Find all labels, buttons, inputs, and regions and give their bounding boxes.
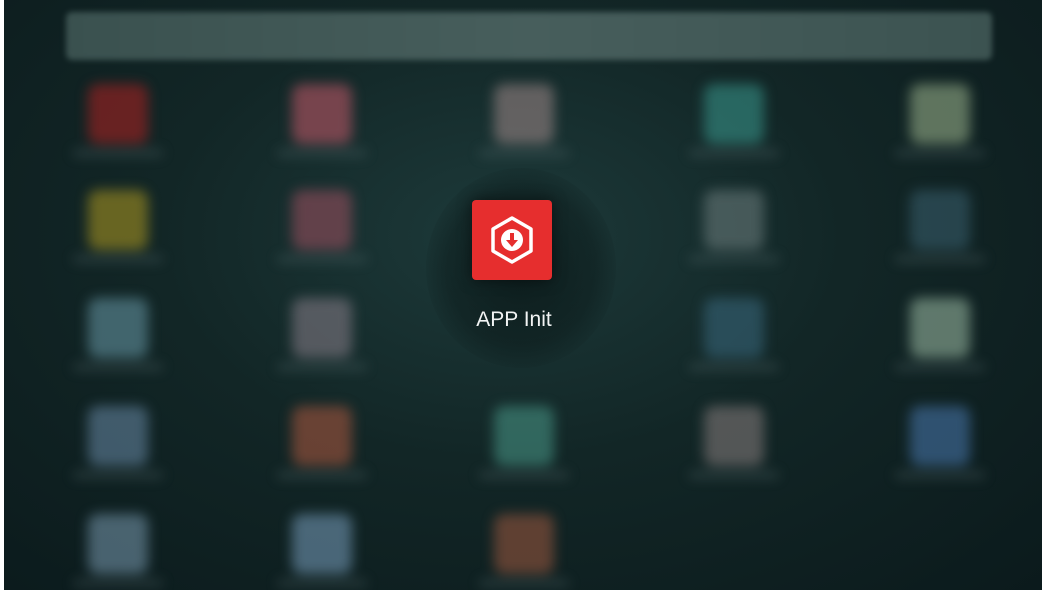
blurred-app-icon[interactable] [704, 84, 764, 144]
blurred-app-icon[interactable] [910, 298, 970, 358]
blurred-app-icon[interactable] [88, 84, 148, 144]
blurred-app-label [689, 256, 779, 262]
blurred-app-label [895, 150, 985, 156]
blurred-app-icon[interactable] [494, 84, 554, 144]
blurred-app-icon[interactable] [704, 406, 764, 466]
blurred-app-icon[interactable] [292, 514, 352, 574]
blurred-app-label [479, 472, 569, 478]
blurred-app-label [895, 472, 985, 478]
blurred-app-label [689, 150, 779, 156]
blurred-app-label [73, 150, 163, 156]
blurred-app-label [277, 472, 367, 478]
blurred-app-label [895, 364, 985, 370]
blurred-app-label [277, 256, 367, 262]
app-init-tile[interactable] [472, 200, 552, 280]
blurred-app-icon[interactable] [88, 406, 148, 466]
blurred-app-label [689, 364, 779, 370]
blurred-app-label [73, 580, 163, 586]
blurred-app-icon[interactable] [910, 406, 970, 466]
blurred-app-icon[interactable] [292, 406, 352, 466]
launcher-screen: APP Init [4, 0, 1042, 590]
blurred-app-label [895, 256, 985, 262]
blurred-app-label [277, 150, 367, 156]
blurred-app-icon[interactable] [704, 298, 764, 358]
blurred-app-icon[interactable] [88, 514, 148, 574]
download-hexagon-icon [491, 216, 533, 264]
blurred-app-icon[interactable] [292, 298, 352, 358]
blurred-app-label [479, 580, 569, 586]
blurred-app-label [73, 364, 163, 370]
blurred-app-icon[interactable] [494, 406, 554, 466]
blurred-app-label [277, 364, 367, 370]
blurred-app-icon[interactable] [88, 298, 148, 358]
blurred-app-icon[interactable] [494, 514, 554, 574]
blurred-app-icon[interactable] [704, 190, 764, 250]
blurred-app-icon[interactable] [292, 84, 352, 144]
blurred-app-icon[interactable] [910, 190, 970, 250]
blurred-app-label [73, 256, 163, 262]
blurred-app-icon[interactable] [88, 190, 148, 250]
blurred-app-label [277, 580, 367, 586]
app-init-label: APP Init [476, 308, 552, 331]
blurred-app-label [73, 472, 163, 478]
blurred-app-label [689, 472, 779, 478]
blurred-app-label [479, 150, 569, 156]
blurred-app-icon[interactable] [292, 190, 352, 250]
blurred-app-icon[interactable] [910, 84, 970, 144]
